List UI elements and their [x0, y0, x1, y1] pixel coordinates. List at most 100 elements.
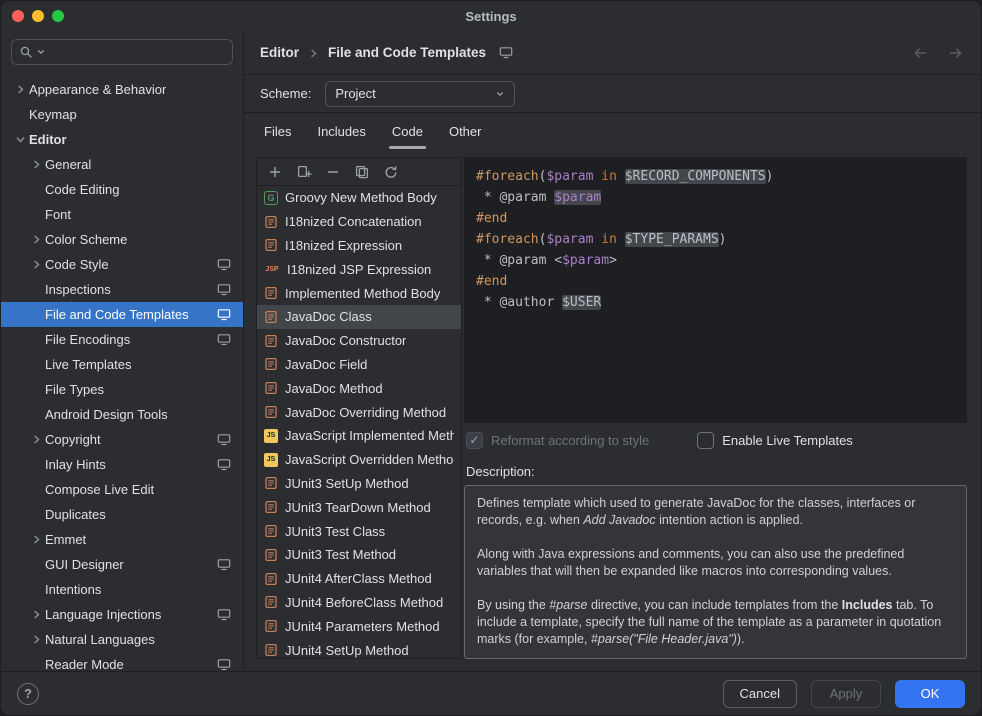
chevron-right-icon[interactable] — [27, 534, 45, 545]
sidebar-item-inlay-hints[interactable]: Inlay Hints — [1, 452, 243, 477]
remove-icon[interactable] — [325, 164, 341, 180]
sidebar-item-general[interactable]: General — [1, 152, 243, 177]
template-item-javadoc-method[interactable]: JavaDoc Method — [257, 376, 461, 400]
sidebar-item-code-editing[interactable]: Code Editing — [1, 177, 243, 202]
template-item-javadoc-constructor[interactable]: JavaDoc Constructor — [257, 329, 461, 353]
navigate-back-button[interactable] — [911, 46, 929, 60]
sidebar-item-file-encodings[interactable]: File Encodings — [1, 327, 243, 352]
search-input[interactable] — [49, 44, 225, 61]
template-item-javascript-implemented-method-body[interactable]: JSJavaScript Implemented Method Body — [257, 424, 461, 448]
sidebar-item-reader-mode[interactable]: Reader Mode — [1, 652, 243, 671]
template-item-label: JUnit3 Test Class — [285, 524, 385, 539]
template-item-implemented-method-body[interactable]: Implemented Method Body — [257, 281, 461, 305]
template-item-label: JavaDoc Class — [285, 309, 372, 324]
cancel-button[interactable]: Cancel — [723, 680, 797, 708]
ok-button[interactable]: OK — [895, 680, 965, 708]
sidebar-item-inspections[interactable]: Inspections — [1, 277, 243, 302]
tab-includes[interactable]: Includes — [317, 113, 365, 149]
zoom-window-button[interactable] — [52, 10, 64, 22]
sidebar-item-emmet[interactable]: Emmet — [1, 527, 243, 552]
template-list-toolbar — [257, 158, 461, 186]
template-item-i18nized-concatenation[interactable]: I18nized Concatenation — [257, 210, 461, 234]
sidebar-item-intentions[interactable]: Intentions — [1, 577, 243, 602]
chevron-right-icon[interactable] — [27, 434, 45, 445]
tab-files[interactable]: Files — [264, 113, 291, 149]
search-history-chevron-icon[interactable] — [36, 47, 46, 57]
duplicate-icon[interactable] — [354, 164, 370, 180]
template-item-groovy-new-method-body[interactable]: GGroovy New Method Body — [257, 186, 461, 210]
template-item-junit3-teardown-method[interactable]: JUnit3 TearDown Method — [257, 495, 461, 519]
minimize-window-button[interactable] — [32, 10, 44, 22]
settings-search-field[interactable] — [11, 39, 233, 65]
close-window-button[interactable] — [12, 10, 24, 22]
sidebar-item-editor[interactable]: Editor — [1, 127, 243, 152]
chevron-down-icon — [495, 89, 505, 99]
sidebar-item-font[interactable]: Font — [1, 202, 243, 227]
apply-button[interactable]: Apply — [811, 680, 881, 708]
navigate-forward-button[interactable] — [947, 46, 965, 60]
template-item-junit3-setup-method[interactable]: JUnit3 SetUp Method — [257, 472, 461, 496]
sidebar-item-file-types[interactable]: File Types — [1, 377, 243, 402]
tab-other[interactable]: Other — [449, 113, 482, 149]
template-item-junit4-setup-method[interactable]: JUnit4 SetUp Method — [257, 638, 461, 658]
template-item-javascript-overridden-method-body[interactable]: JSJavaScript Overridden Method Body — [257, 448, 461, 472]
sidebar-item-color-scheme[interactable]: Color Scheme — [1, 227, 243, 252]
sidebar-item-label: GUI Designer — [45, 557, 124, 572]
template-item-junit3-test-method[interactable]: JUnit3 Test Method — [257, 543, 461, 567]
template-item-javadoc-field[interactable]: JavaDoc Field — [257, 353, 461, 377]
revert-icon[interactable] — [383, 164, 399, 180]
sidebar-item-language-injections[interactable]: Language Injections — [1, 602, 243, 627]
sidebar-item-label: Inlay Hints — [45, 457, 106, 472]
chevron-right-icon[interactable] — [27, 234, 45, 245]
file-template-icon — [264, 286, 278, 300]
template-item-i18nized-expression[interactable]: I18nized Expression — [257, 234, 461, 258]
description-panel[interactable]: Defines template which used to generate … — [464, 485, 967, 659]
sidebar-item-android-design-tools[interactable]: Android Design Tools — [1, 402, 243, 427]
copy-template-icon[interactable] — [296, 164, 312, 180]
template-item-junit4-afterclass-method[interactable]: JUnit4 AfterClass Method — [257, 567, 461, 591]
sidebar-item-keymap[interactable]: Keymap — [1, 102, 243, 127]
chevron-right-icon[interactable] — [11, 84, 29, 95]
screen-icon — [217, 258, 231, 271]
sidebar-item-natural-languages[interactable]: Natural Languages — [1, 627, 243, 652]
tab-label: Files — [264, 124, 291, 139]
sidebar-item-appearance-behavior[interactable]: Appearance & Behavior — [1, 77, 243, 102]
chevron-right-icon[interactable] — [27, 159, 45, 170]
chevron-right-icon[interactable] — [27, 609, 45, 620]
template-item-junit4-parameters-method[interactable]: JUnit4 Parameters Method — [257, 614, 461, 638]
help-button[interactable]: ? — [17, 683, 39, 705]
code-line: * @param <$param> — [476, 250, 955, 271]
template-item-javadoc-overriding-method[interactable]: JavaDoc Overriding Method — [257, 400, 461, 424]
add-icon[interactable] — [267, 164, 283, 180]
file-template-icon — [264, 405, 278, 419]
tab-code[interactable]: Code — [392, 113, 423, 149]
scheme-select[interactable]: Project — [325, 81, 515, 107]
scheme-label: Scheme: — [260, 86, 311, 101]
chevron-right-icon[interactable] — [27, 634, 45, 645]
screen-icon — [217, 558, 231, 571]
sidebar-item-live-templates[interactable]: Live Templates — [1, 352, 243, 377]
chevron-right-icon[interactable] — [27, 259, 45, 270]
live-templates-option[interactable]: Enable Live Templates — [697, 432, 853, 449]
window-title: Settings — [465, 9, 516, 24]
template-item-i18nized-jsp-expression[interactable]: JSPI18nized JSP Expression — [257, 257, 461, 281]
template-item-junit3-test-class[interactable]: JUnit3 Test Class — [257, 519, 461, 543]
live-templates-checkbox[interactable] — [697, 432, 714, 449]
breadcrumb-item-editor[interactable]: Editor — [260, 45, 299, 60]
template-item-label: JUnit4 SetUp Method — [285, 643, 409, 658]
sidebar-item-label: General — [45, 157, 91, 172]
sidebar-item-copyright[interactable]: Copyright — [1, 427, 243, 452]
sidebar-item-duplicates[interactable]: Duplicates — [1, 502, 243, 527]
reformat-label: Reformat according to style — [491, 433, 649, 448]
sidebar-item-gui-designer[interactable]: GUI Designer — [1, 552, 243, 577]
sidebar-item-label: Copyright — [45, 432, 101, 447]
chevron-down-icon[interactable] — [11, 134, 29, 145]
javascript-icon: JS — [264, 453, 278, 467]
template-item-javadoc-class[interactable]: JavaDoc Class — [257, 305, 461, 329]
sidebar-item-compose-live-edit[interactable]: Compose Live Edit — [1, 477, 243, 502]
template-editor[interactable]: #foreach($param in $RECORD_COMPONENTS) *… — [464, 157, 967, 423]
template-item-label: JUnit3 SetUp Method — [285, 476, 409, 491]
template-item-junit4-beforeclass-method[interactable]: JUnit4 BeforeClass Method — [257, 591, 461, 615]
sidebar-item-code-style[interactable]: Code Style — [1, 252, 243, 277]
sidebar-item-file-and-code-templates[interactable]: File and Code Templates — [1, 302, 243, 327]
